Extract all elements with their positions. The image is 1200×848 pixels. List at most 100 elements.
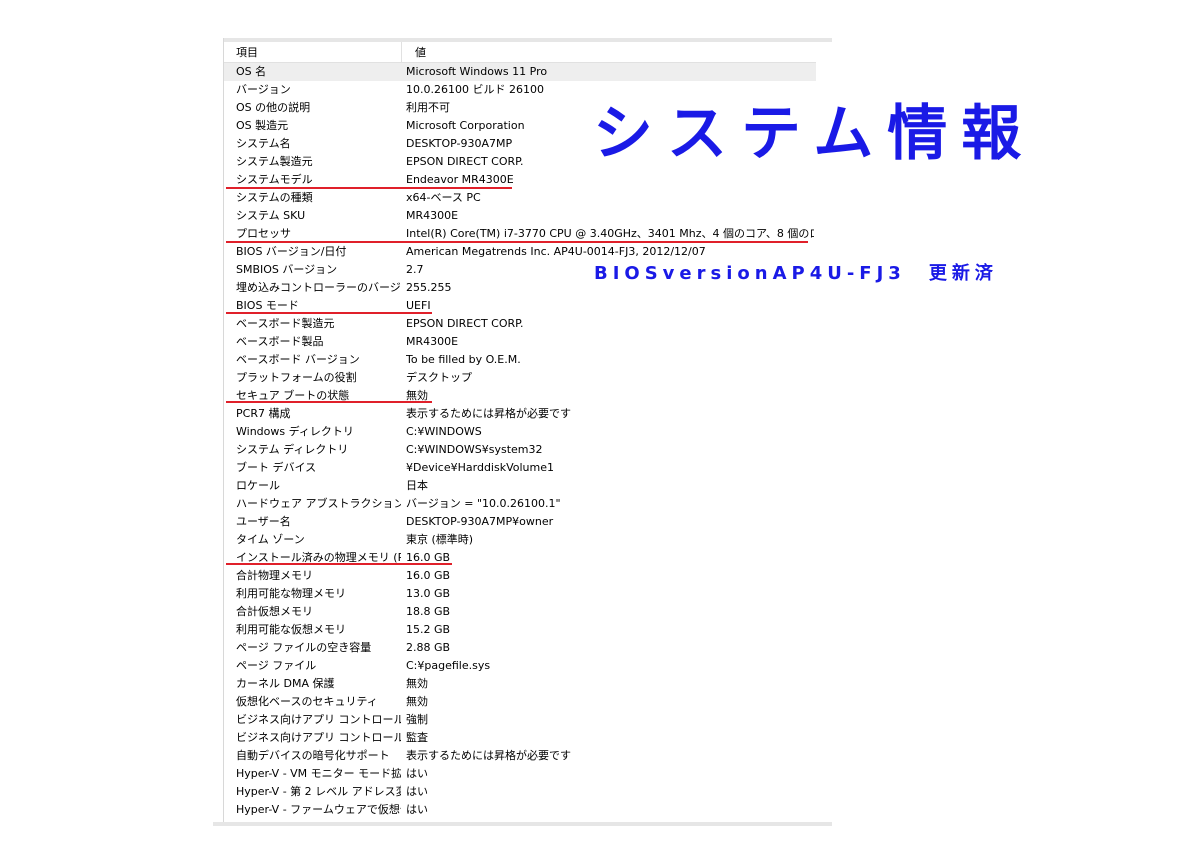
column-header-value[interactable]: 値: [403, 42, 816, 62]
row-item-value: デスクトップ: [406, 371, 472, 384]
row-item-name: SMBIOS バージョン: [236, 263, 338, 276]
row-item-name: ロケール: [236, 479, 280, 492]
row-item-name: カーネル DMA 保護: [236, 677, 335, 690]
underline-installed-ram: [226, 563, 452, 565]
row-item-name: ベースボード製品: [236, 335, 324, 348]
row-item-name: ページ ファイル: [236, 659, 317, 672]
table-row[interactable]: Hyper-V - 第 2 レベル アドレス変... はい: [224, 783, 816, 801]
row-item-name: システム SKU: [236, 209, 306, 222]
table-row[interactable]: ビジネス向けアプリ コントロール ポリ... 強制: [224, 711, 816, 729]
table-row[interactable]: OS 名 Microsoft Windows 11 Pro: [224, 63, 816, 81]
panel-bottom-border: [213, 822, 832, 826]
row-item-value: 15.2 GB: [406, 623, 451, 636]
row-item-name: ビジネス向けアプリ コントロールのユー...: [236, 731, 401, 744]
row-item-value: はい: [406, 785, 428, 798]
row-item-name: ベースボード バージョン: [236, 353, 360, 366]
table-row[interactable]: システム ディレクトリ C:¥WINDOWS¥system32: [224, 441, 816, 459]
table-row[interactable]: バージョン 10.0.26100 ビルド 26100: [224, 81, 816, 99]
table-row[interactable]: ページ ファイルの空き容量 2.88 GB: [224, 639, 816, 657]
row-item-name: BIOS バージョン/日付: [236, 245, 347, 258]
row-item-value: MR4300E: [406, 209, 459, 222]
table-row[interactable]: ビジネス向けアプリ コントロールのユー... 監査: [224, 729, 816, 747]
row-item-value: 表示するためには昇格が必要です: [406, 407, 571, 420]
row-item-name: バージョン: [236, 83, 291, 96]
row-item-value: UEFI: [406, 299, 431, 312]
table-row[interactable]: 利用可能な物理メモリ 13.0 GB: [224, 585, 816, 603]
row-item-name: ビジネス向けアプリ コントロール ポリ...: [236, 713, 401, 726]
table-row[interactable]: ユーザー名 DESKTOP-930A7MP¥owner: [224, 513, 816, 531]
row-item-name: Windows ディレクトリ: [236, 425, 354, 438]
row-item-name: Hyper-V - ファームウェアで仮想化が...: [236, 803, 401, 816]
table-row[interactable]: ベースボード製品 MR4300E: [224, 333, 816, 351]
row-item-value: 表示するためには昇格が必要です: [406, 749, 571, 762]
row-item-value: 東京 (標準時): [406, 533, 474, 546]
row-item-value: Microsoft Windows 11 Pro: [406, 65, 548, 78]
underline-system-model: [226, 187, 512, 189]
annotation-bios-note: BIOSversionAP4U-FJ3 更新済: [594, 263, 998, 284]
table-row[interactable]: 利用可能な仮想メモリ 15.2 GB: [224, 621, 816, 639]
table-row[interactable]: 合計仮想メモリ 18.8 GB: [224, 603, 816, 621]
row-item-name: Hyper-V - 第 2 レベル アドレス変...: [236, 785, 401, 798]
panel-left-gutter: [213, 38, 224, 826]
row-item-value: 無効: [406, 389, 428, 402]
row-item-name: ユーザー名: [236, 515, 291, 528]
table-row[interactable]: Hyper-V - ファームウェアで仮想化が... はい: [224, 801, 816, 819]
row-item-value: 16.0 GB: [406, 551, 451, 564]
underline-secure-boot: [226, 401, 432, 403]
table-row[interactable]: 自動デバイスの暗号化サポート 表示するためには昇格が必要です: [224, 747, 816, 765]
table-row[interactable]: 合計物理メモリ 16.0 GB: [224, 567, 816, 585]
row-item-name: 合計物理メモリ: [236, 569, 313, 582]
row-item-value: American Megatrends Inc. AP4U-0014-FJ3, …: [406, 245, 706, 258]
info-table-rows: OS 名 Microsoft Windows 11 Pro バージョン 10.0.26…: [224, 63, 816, 819]
row-item-value: C:¥WINDOWS¥system32: [406, 443, 543, 456]
row-item-value: 13.0 GB: [406, 587, 451, 600]
table-row[interactable]: ロケール 日本: [224, 477, 816, 495]
row-item-name: ページ ファイルの空き容量: [236, 641, 372, 654]
row-item-value: ¥Device¥HarddiskVolume1: [406, 461, 554, 474]
row-item-name: ハードウェア アブストラクション レイヤー: [236, 497, 401, 510]
row-item-value: 無効: [406, 695, 428, 708]
table-row[interactable]: システムの種類 x64-ベース PC: [224, 189, 816, 207]
table-row[interactable]: ハードウェア アブストラクション レイヤーバージョン = "10.0.26100…: [224, 495, 816, 513]
row-item-value: DESKTOP-930A7MP¥owner: [406, 515, 554, 528]
table-row[interactable]: Hyper-V - VM モニター モード拡張... はい: [224, 765, 816, 783]
row-item-name: システムの種類: [236, 191, 313, 204]
annotation-title: システム情報: [593, 99, 1036, 169]
row-item-name: タイム ゾーン: [236, 533, 305, 546]
row-item-name: Hyper-V - VM モニター モード拡張...: [236, 767, 401, 780]
row-item-value: MR4300E: [406, 335, 459, 348]
row-item-value: 監査: [406, 731, 428, 744]
table-row[interactable]: ブート デバイス ¥Device¥HarddiskVolume1: [224, 459, 816, 477]
row-item-value: 強制: [406, 713, 428, 726]
row-item-value: バージョン = "10.0.26100.1": [406, 497, 561, 510]
row-item-value: To be filled by O.E.M.: [406, 353, 521, 366]
row-item-name: OS 製造元: [236, 119, 289, 132]
row-item-name: 利用可能な仮想メモリ: [236, 623, 346, 636]
table-row[interactable]: システム SKU MR4300E: [224, 207, 816, 225]
row-item-value: C:¥pagefile.sys: [406, 659, 491, 672]
row-item-name: システム製造元: [236, 155, 313, 168]
row-item-value: 16.0 GB: [406, 569, 451, 582]
row-item-name: ブート デバイス: [236, 461, 317, 474]
underline-bios-mode: [226, 312, 432, 314]
row-item-value: はい: [406, 803, 428, 816]
row-item-value: 18.8 GB: [406, 605, 451, 618]
row-item-value: 無効: [406, 677, 428, 690]
table-row[interactable]: ベースボード バージョン To be filled by O.E.M.: [224, 351, 816, 369]
row-item-name: システム名: [236, 137, 291, 150]
table-row[interactable]: ページ ファイル C:¥pagefile.sys: [224, 657, 816, 675]
row-item-name: OS 名: [236, 65, 267, 78]
table-row[interactable]: PCR7 構成 表示するためには昇格が必要です: [224, 405, 816, 423]
table-row[interactable]: 仮想化ベースのセキュリティ 無効: [224, 693, 816, 711]
row-item-name: 合計仮想メモリ: [236, 605, 313, 618]
table-row[interactable]: タイム ゾーン 東京 (標準時): [224, 531, 816, 549]
table-row[interactable]: カーネル DMA 保護 無効: [224, 675, 816, 693]
table-row[interactable]: プラットフォームの役割 デスクトップ: [224, 369, 816, 387]
underline-processor: [226, 241, 808, 243]
table-row[interactable]: BIOS バージョン/日付 American Megatrends Inc. AP…: [224, 243, 816, 261]
table-row[interactable]: ベースボード製造元 EPSON DIRECT CORP.: [224, 315, 816, 333]
column-header-item[interactable]: 項目: [224, 42, 402, 62]
row-item-name: 自動デバイスの暗号化サポート: [236, 749, 390, 762]
row-item-value: 日本: [406, 479, 428, 492]
table-row[interactable]: Windows ディレクトリ C:¥WINDOWS: [224, 423, 816, 441]
